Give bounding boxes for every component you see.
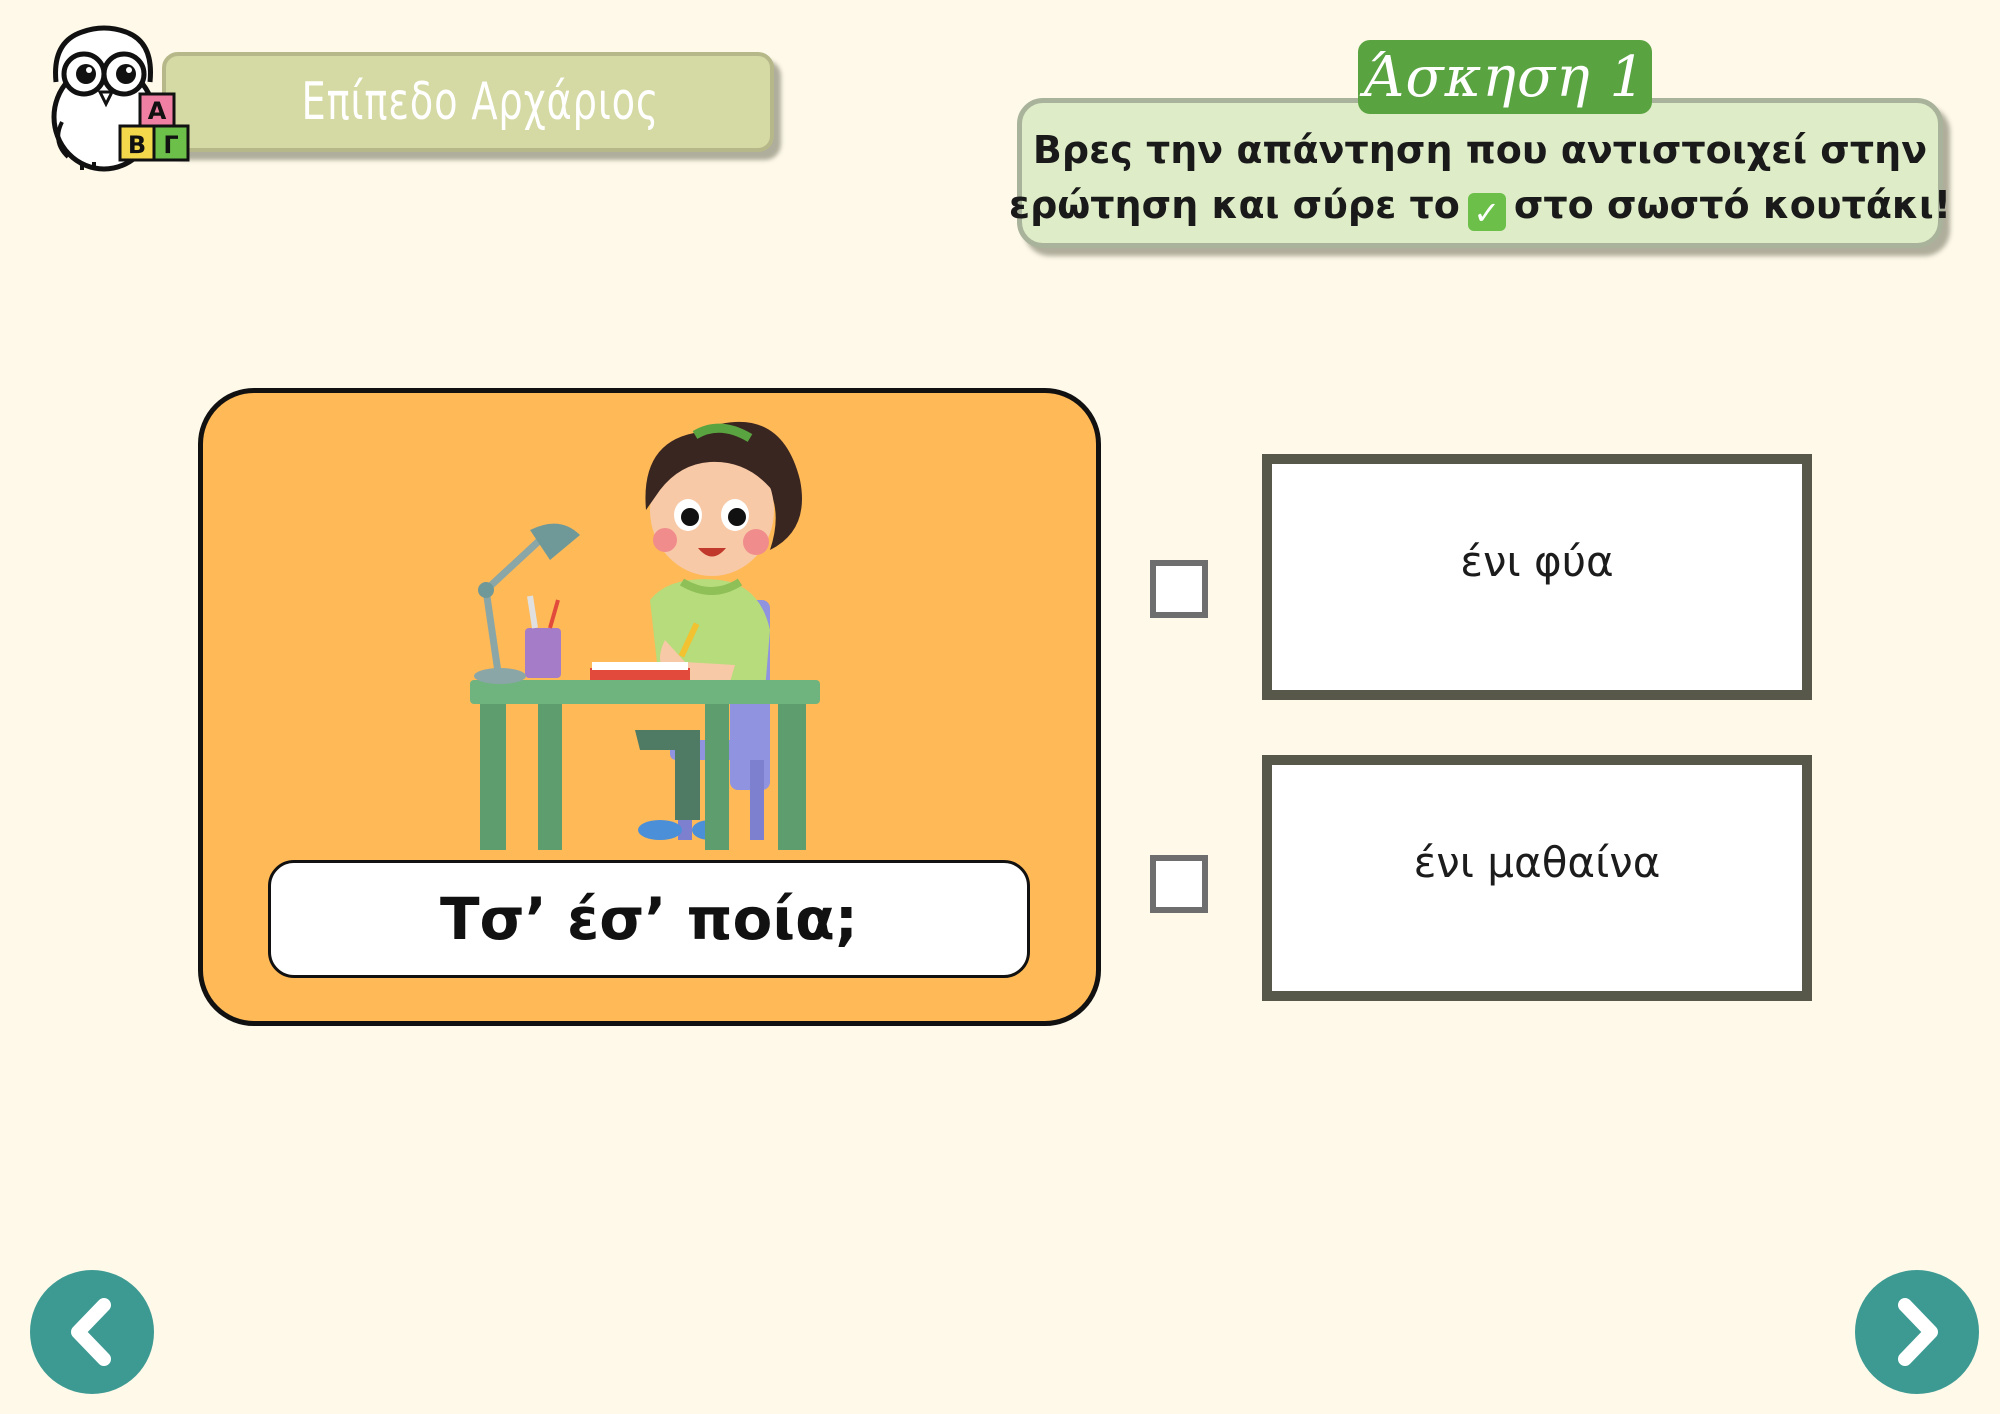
block-b-letter: Β — [128, 131, 146, 159]
chevron-right-icon — [1898, 1298, 1938, 1366]
instruction-line-2-start: ερώτηση και σύρε το — [1008, 183, 1460, 227]
block-g-letter: Γ — [163, 131, 178, 159]
previous-button[interactable] — [30, 1270, 154, 1394]
answer-checkbox-2[interactable] — [1150, 855, 1208, 913]
question-text: Τσ’ έσ’ ποία; — [439, 885, 858, 953]
checkmark-icon: ✓ — [1467, 193, 1506, 232]
answer-option-1[interactable]: ένι φύα — [1262, 454, 1812, 700]
answer-option-1-label: ένι φύα — [1460, 536, 1614, 586]
owl-logo-icon: Α Β Γ — [51, 25, 190, 172]
instruction-line-2-end: στο σωστό κουτάκι! — [1513, 183, 1952, 227]
level-label: Επίπεδο Αρχάριος — [301, 72, 660, 132]
question-label: Τσ’ έσ’ ποία; — [268, 860, 1030, 978]
instruction-line-2: ερώτηση και σύρε το ✓ στο σωστό κουτάκι! — [1009, 178, 1951, 233]
chevron-left-icon — [71, 1298, 111, 1366]
instruction-line-1: Βρες την απάντηση που αντιστοιχεί στην — [1032, 128, 1928, 172]
next-button[interactable] — [1855, 1270, 1979, 1394]
exercise-tag: Άσκηση 1 — [1358, 40, 1652, 114]
block-a-letter: Α — [148, 97, 167, 125]
girl-studying-illustration — [470, 421, 820, 850]
answer-option-2-label: ένι μαθαίνα — [1413, 837, 1661, 887]
answer-option-2[interactable]: ένι μαθαίνα — [1262, 755, 1812, 1001]
answer-checkbox-1[interactable] — [1150, 560, 1208, 618]
exercise-title: Άσκηση 1 — [1363, 44, 1647, 110]
level-banner: Επίπεδο Αρχάριος — [162, 52, 774, 152]
instruction-box: Βρες την απάντηση που αντιστοιχεί στην ε… — [1009, 98, 1951, 248]
